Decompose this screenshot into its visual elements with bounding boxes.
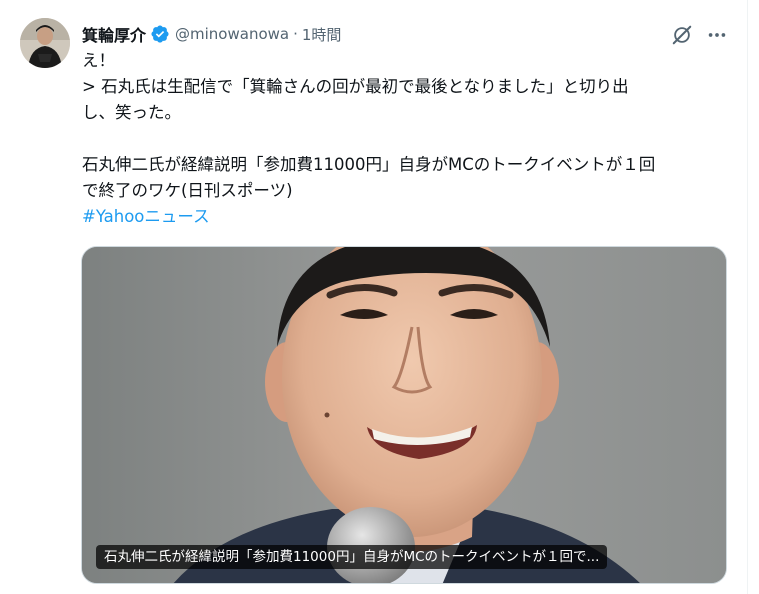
grok-icon [672, 25, 692, 45]
tweet-line: > 石丸氏は生配信で「箕輪さんの回が最初で最後となりました」と切り出 [82, 77, 629, 96]
hashtag-link[interactable]: #Yahooニュース [82, 204, 732, 230]
tweet-line: し、笑った。 [82, 103, 181, 122]
more-icon [708, 33, 726, 37]
card-photo [82, 247, 726, 583]
tweet-line: え！ [82, 51, 115, 70]
timestamp[interactable]: 1時間 [302, 24, 342, 45]
separator-dot: · [293, 25, 298, 43]
timeline-divider [747, 0, 748, 594]
avatar-image [20, 18, 70, 68]
card-caption: 石丸伸二氏が経緯説明「参加費11000円」自身がMCのトークイベントが１回で..… [96, 545, 608, 569]
author-name[interactable]: 箕輪厚介 [82, 22, 146, 46]
avatar[interactable] [20, 18, 70, 68]
tweet-line: で終了のワケ(日刊スポーツ) [82, 181, 293, 200]
tweet-text: え！ > 石丸氏は生配信で「箕輪さんの回が最初で最後となりました」と切り出 し、… [82, 48, 732, 230]
verified-badge-icon [150, 24, 170, 44]
author-handle[interactable]: @minowanowa [175, 25, 289, 43]
grok-button[interactable] [668, 22, 696, 48]
tweet-header: 箕輪厚介 @minowanowa · 1時間 [82, 20, 341, 48]
more-button[interactable] [703, 22, 731, 48]
tweet-line: 石丸伸二氏が経緯説明「参加費11000円」自身がMCのトークイベントが１回 [82, 155, 656, 174]
link-card[interactable]: 石丸伸二氏が経緯説明「参加費11000円」自身がMCのトークイベントが１回で..… [81, 246, 727, 584]
